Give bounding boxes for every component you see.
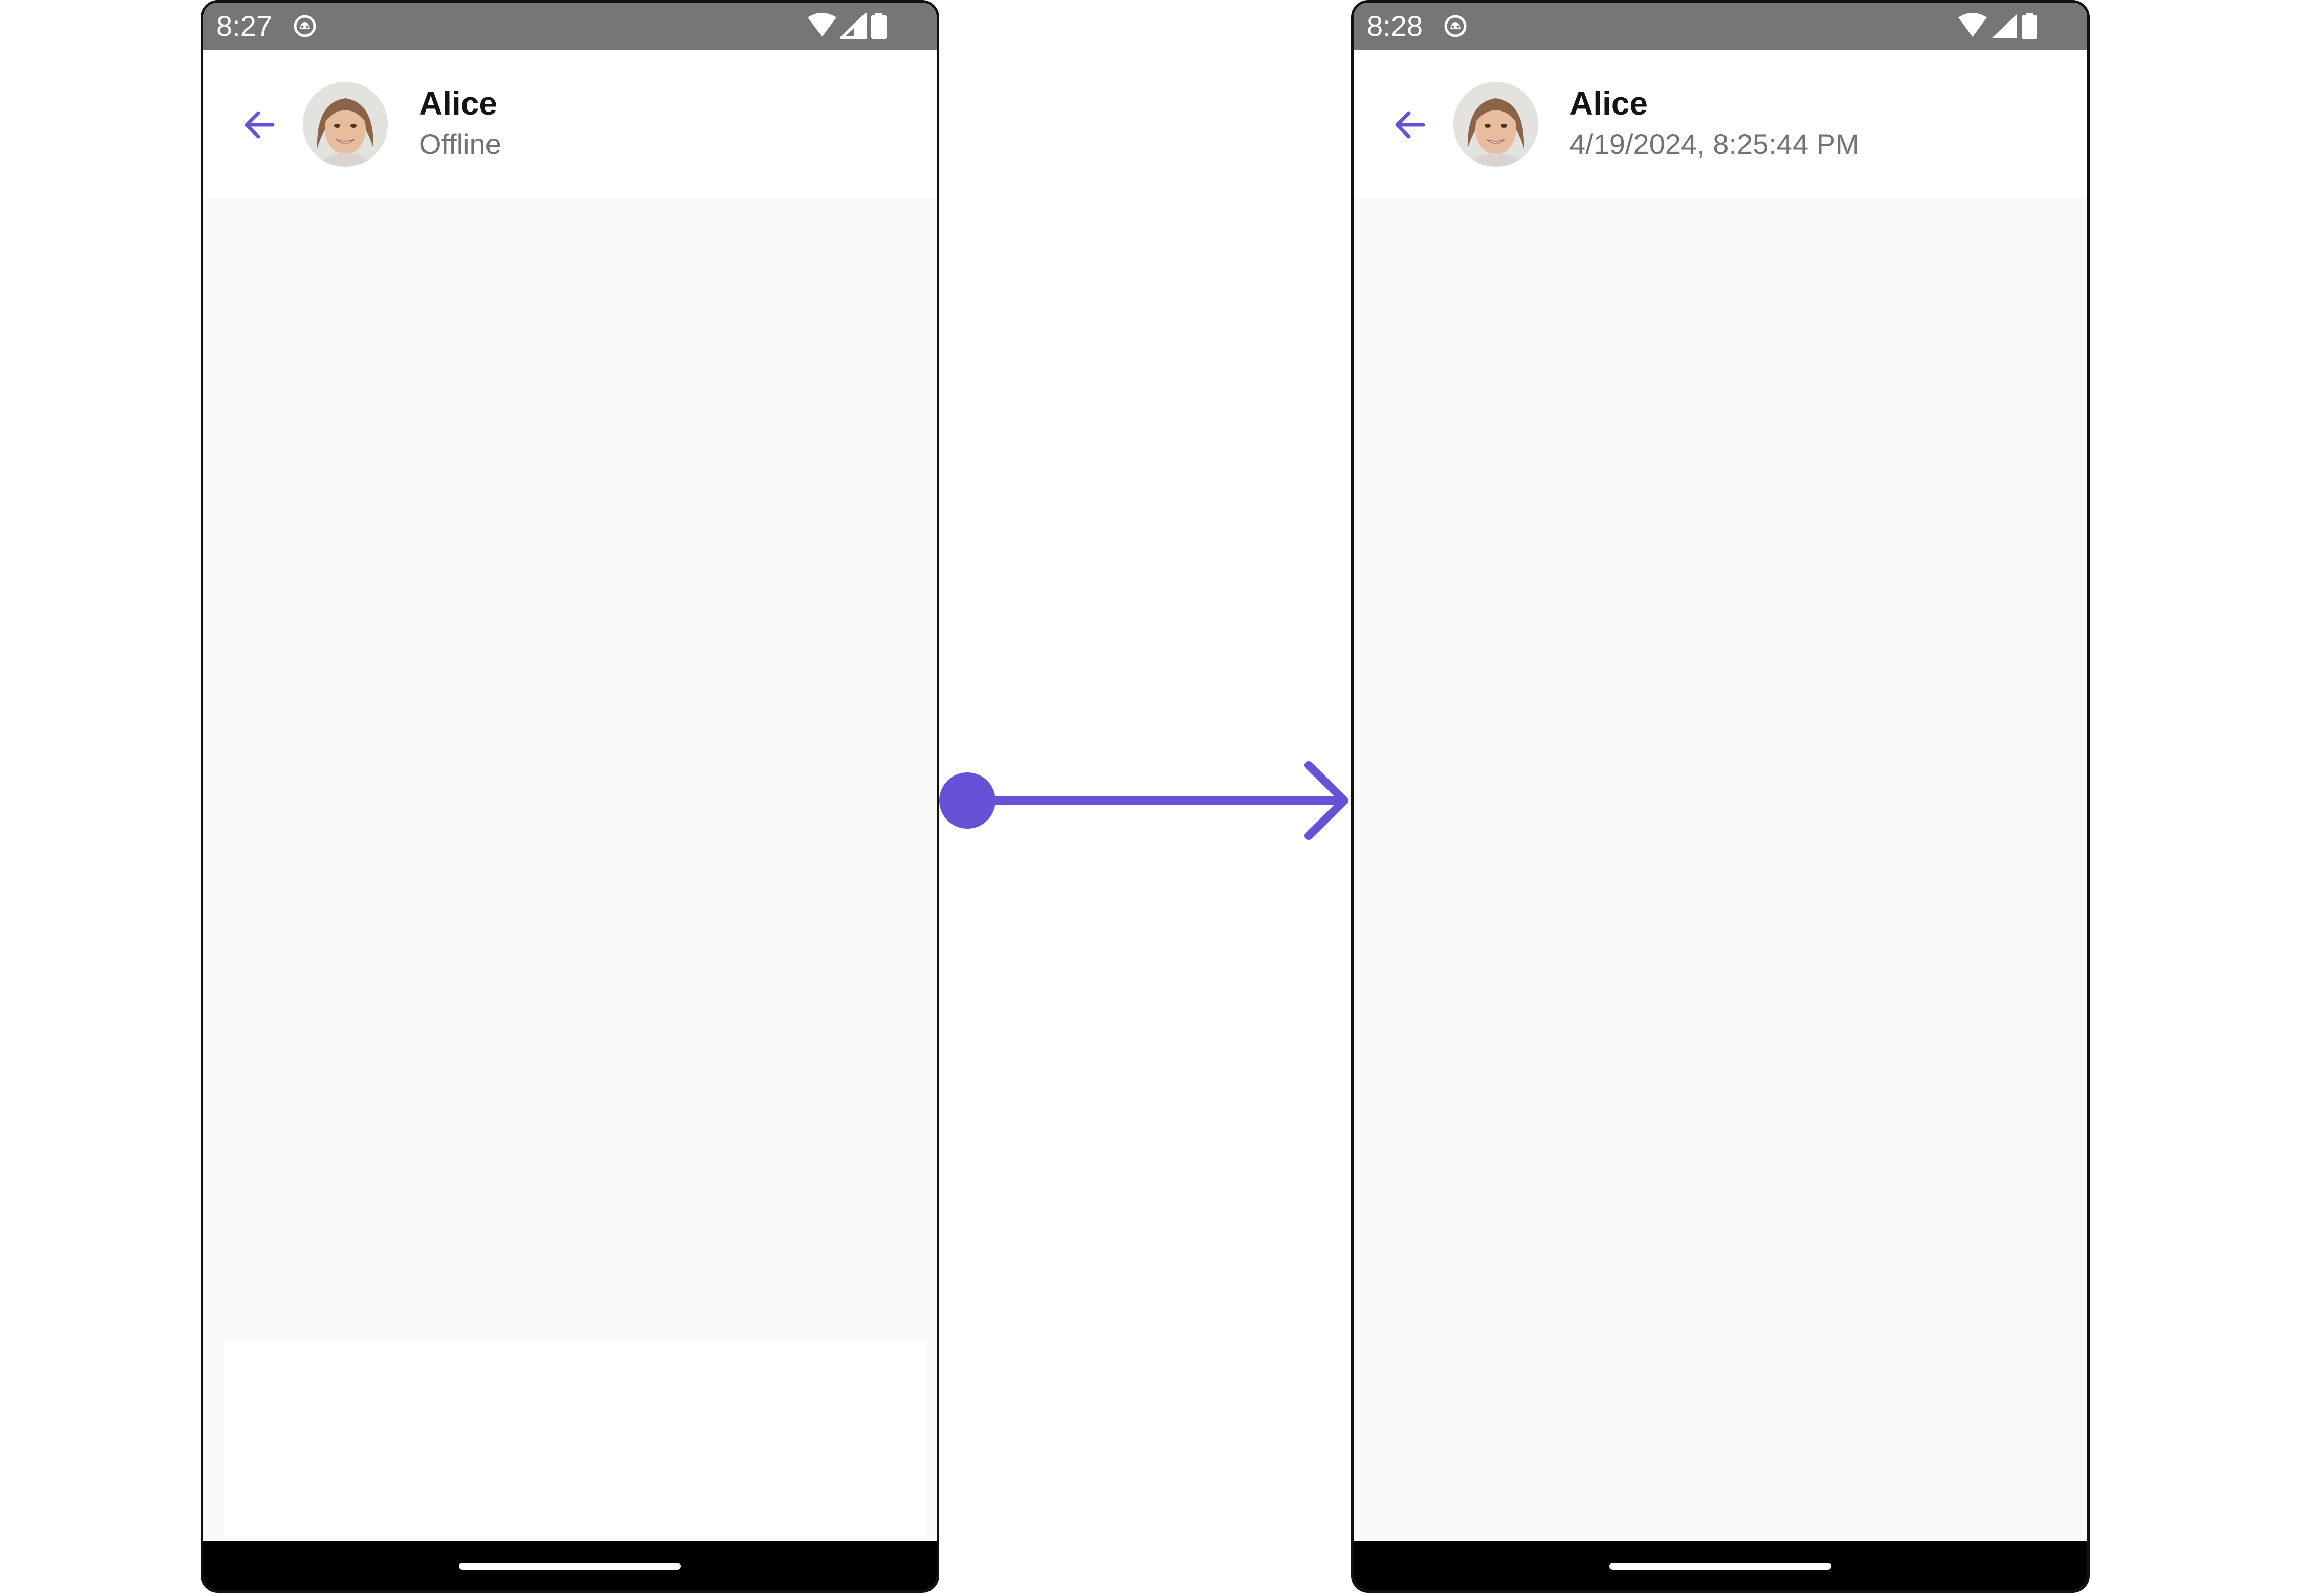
- message-list: [1354, 198, 2087, 1541]
- status-bar: 8:28: [1354, 3, 2087, 50]
- back-button[interactable]: [234, 100, 285, 151]
- home-indicator[interactable]: [1609, 1563, 1831, 1570]
- user-name: Alice: [419, 85, 497, 122]
- user-name: Alice: [1569, 85, 1648, 122]
- signal-icon: [840, 13, 867, 39]
- chat-header: Alice Offline: [203, 50, 937, 198]
- user-status: Offline: [419, 128, 501, 160]
- user-avatar-photo: [303, 82, 388, 167]
- battery-icon: [870, 13, 888, 39]
- phone-screen-before: 8:27 Alice Offline: [201, 0, 939, 1593]
- navigation-bar: [203, 1541, 937, 1590]
- status-icons: [807, 13, 888, 39]
- status-time: 8:27: [216, 10, 272, 42]
- notification-app-icon: [293, 14, 317, 38]
- notification-app-icon: [1443, 14, 1468, 38]
- chat-header: Alice 4/19/2024, 8:25:44 PM: [1354, 50, 2087, 198]
- back-button[interactable]: [1384, 100, 1435, 151]
- avatar[interactable]: [303, 82, 388, 167]
- arrow-left-icon: [1391, 106, 1428, 146]
- home-indicator[interactable]: [459, 1563, 681, 1570]
- status-icons: [1957, 13, 2038, 39]
- status-bar: 8:27: [203, 3, 937, 50]
- wifi-icon: [807, 13, 837, 39]
- message-composer[interactable]: [224, 1339, 926, 1536]
- comparison-stage: 8:27 Alice Offline 8:28 Alice 4/19/2024,…: [0, 0, 2301, 1596]
- last-seen-timestamp: 4/19/2024, 8:25:44 PM: [1569, 128, 1860, 160]
- wifi-icon: [1957, 13, 1988, 39]
- arrow-left-icon: [241, 106, 278, 146]
- status-time: 8:28: [1367, 10, 1423, 42]
- battery-icon: [2021, 13, 2038, 39]
- signal-icon: [1991, 13, 2018, 39]
- avatar[interactable]: [1453, 82, 1538, 167]
- navigation-bar: [1354, 1541, 2087, 1590]
- arrow-right-icon: [939, 761, 1348, 840]
- phone-screen-after: 8:28 Alice 4/19/2024, 8:25:44 PM: [1351, 0, 2090, 1593]
- user-avatar-photo: [1453, 82, 1538, 167]
